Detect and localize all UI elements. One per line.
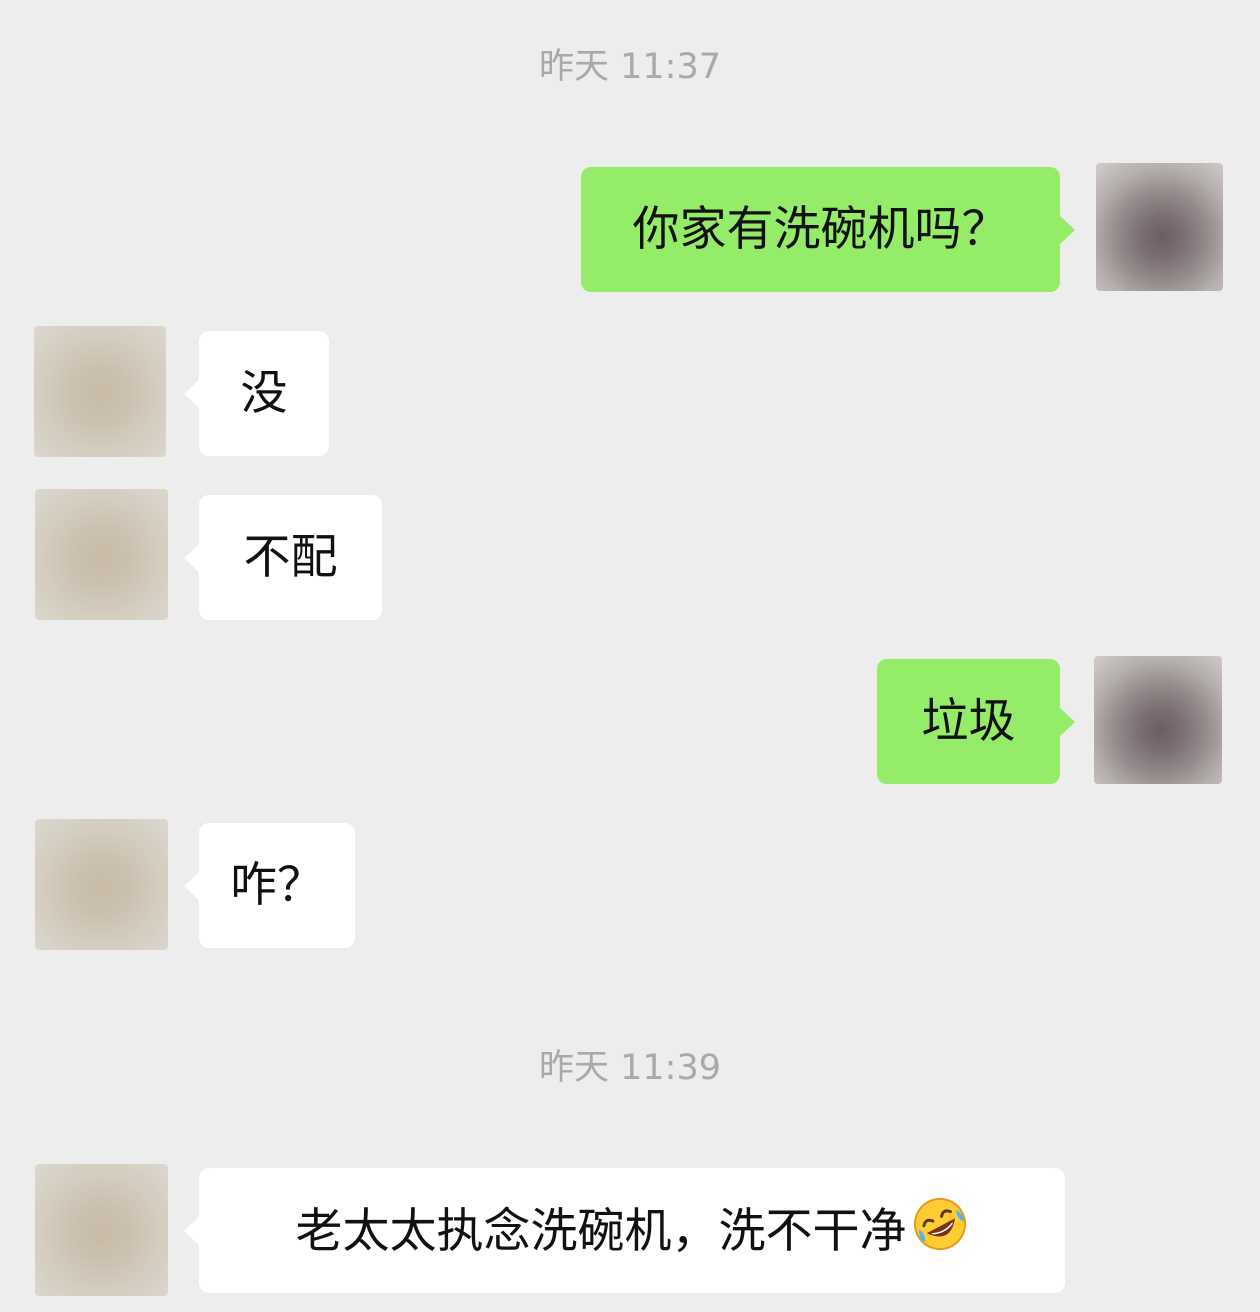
contact-avatar[interactable] [34, 326, 166, 457]
message-bubble-sent[interactable]: 垃圾 [877, 659, 1075, 784]
rolling-on-floor-laughing-icon [911, 1195, 969, 1268]
my-avatar[interactable] [1096, 163, 1223, 291]
message-text: 你家有洗碗机吗？ [632, 201, 1009, 257]
contact-avatar[interactable] [35, 819, 168, 950]
message-text: 垃圾 [921, 693, 1016, 749]
my-avatar[interactable] [1094, 656, 1222, 784]
contact-avatar[interactable] [35, 1164, 168, 1296]
message-bubble-sent[interactable]: 你家有洗碗机吗？ [581, 167, 1075, 292]
message-text: 没 [240, 365, 288, 421]
timestamp: 昨天 11:37 [539, 47, 721, 87]
message-bubble-received[interactable]: 咋？ [184, 823, 355, 948]
message-text: 老太太执念洗碗机，洗不干净 [295, 1203, 907, 1259]
contact-avatar[interactable] [35, 489, 168, 620]
message-bubble-received[interactable]: 老太太执念洗碗机，洗不干净 [184, 1168, 1065, 1293]
message-text: 咋？ [230, 857, 324, 913]
message-bubble-received[interactable]: 不配 [184, 495, 382, 620]
timestamp: 昨天 11:39 [539, 1048, 721, 1088]
message-text: 不配 [243, 529, 338, 585]
message-bubble-received[interactable]: 没 [184, 331, 329, 456]
message-content: 老太太执念洗碗机，洗不干净 [199, 1197, 1065, 1268]
